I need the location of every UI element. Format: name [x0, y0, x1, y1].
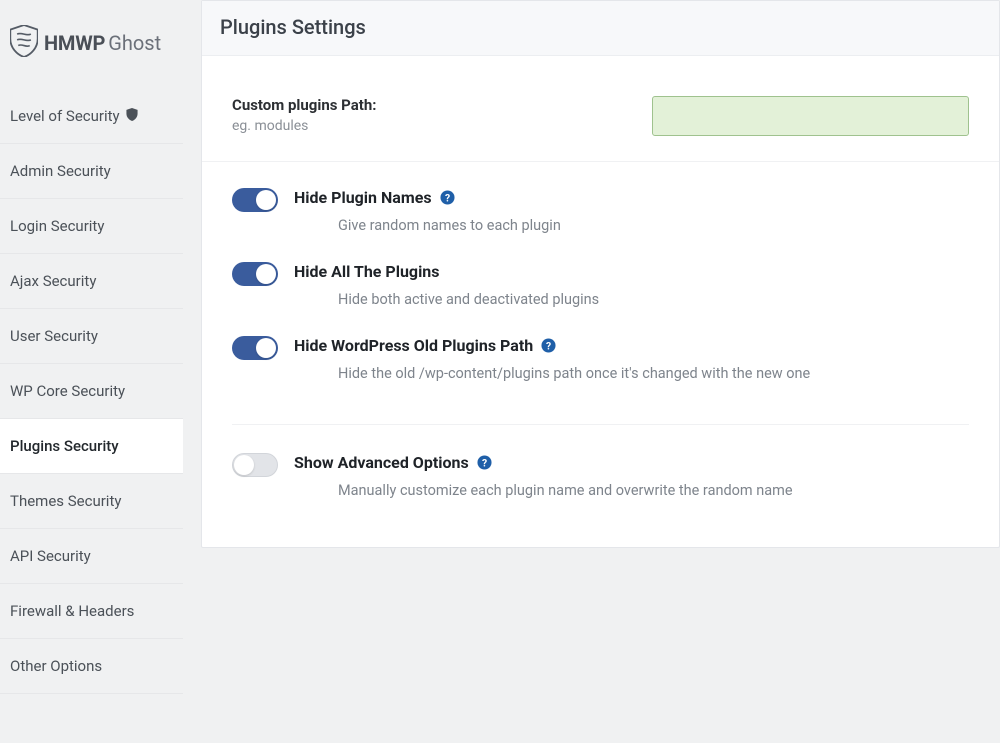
sidebar-item-label: Admin Security	[10, 162, 111, 180]
svg-text:?: ?	[482, 456, 487, 469]
toggle-title: Hide All The Plugins	[294, 262, 440, 281]
sidebar-item-user-security[interactable]: User Security	[0, 309, 183, 364]
svg-text:?: ?	[546, 339, 551, 352]
toggle-row-hide-all-plugins: Hide All The Plugins Hide both active an…	[202, 252, 999, 326]
sidebar-item-label: Login Security	[10, 217, 104, 235]
sidebar: HMWPGhost Level of Security Admin Securi…	[0, 0, 183, 743]
sidebar-item-label: API Security	[10, 547, 91, 565]
field-input-col	[652, 96, 969, 136]
custom-plugins-path-row: Custom plugins Path: eg. modules	[202, 56, 999, 162]
sidebar-item-label: Other Options	[10, 657, 102, 675]
logo: HMWPGhost	[0, 0, 183, 89]
sidebar-item-label: Plugins Security	[10, 437, 119, 455]
sidebar-item-other-options[interactable]: Other Options	[0, 639, 183, 694]
custom-plugins-path-hint: eg. modules	[232, 118, 652, 134]
card-body: Custom plugins Path: eg. modules Hide Pl…	[202, 56, 999, 547]
sidebar-item-ajax-security[interactable]: Ajax Security	[0, 254, 183, 309]
toggle-title: Show Advanced Options	[294, 453, 469, 472]
main-content: Plugins Settings Custom plugins Path: eg…	[183, 0, 1000, 743]
help-icon[interactable]: ?	[477, 455, 492, 470]
custom-plugins-path-input[interactable]	[652, 96, 969, 136]
toggle-desc: Manually customize each plugin name and …	[338, 482, 969, 499]
brand-secondary: Ghost	[108, 31, 161, 55]
page-title: Plugins Settings	[220, 15, 981, 39]
brand-primary: HMWP	[44, 31, 105, 55]
toggle-row-hide-plugin-names: Hide Plugin Names ? Give random names to…	[202, 162, 999, 252]
toggle-desc: Give random names to each plugin	[338, 217, 969, 234]
field-label-col: Custom plugins Path: eg. modules	[232, 96, 652, 134]
toggle-hide-all-plugins[interactable]	[232, 262, 278, 286]
sidebar-item-api-security[interactable]: API Security	[0, 529, 183, 584]
help-icon[interactable]: ?	[541, 338, 556, 353]
custom-plugins-path-label: Custom plugins Path:	[232, 96, 652, 114]
toggle-hide-plugin-names[interactable]	[232, 188, 278, 212]
toggle-desc: Hide the old /wp-content/plugins path on…	[338, 365, 969, 382]
toggle-show-advanced[interactable]	[232, 453, 278, 477]
toggle-hide-old-plugins-path[interactable]	[232, 336, 278, 360]
sidebar-item-label: User Security	[10, 327, 98, 345]
shield-logo-icon	[10, 25, 38, 61]
toggle-title: Hide WordPress Old Plugins Path	[294, 336, 533, 355]
svg-text:?: ?	[445, 191, 450, 204]
sidebar-nav: Level of Security Admin Security Login S…	[0, 89, 183, 694]
sidebar-item-themes-security[interactable]: Themes Security	[0, 474, 183, 529]
sidebar-item-label: Firewall & Headers	[10, 602, 134, 620]
sidebar-item-level-of-security[interactable]: Level of Security	[0, 89, 183, 144]
sidebar-item-admin-security[interactable]: Admin Security	[0, 144, 183, 199]
sidebar-item-firewall-headers[interactable]: Firewall & Headers	[0, 584, 183, 639]
card-header: Plugins Settings	[202, 1, 999, 56]
sidebar-item-label: Themes Security	[10, 492, 121, 510]
sidebar-item-label: WP Core Security	[10, 382, 125, 400]
toggle-row-show-advanced: Show Advanced Options ? Manually customi…	[202, 435, 999, 517]
settings-card: Plugins Settings Custom plugins Path: eg…	[201, 0, 1000, 548]
section-divider	[232, 424, 969, 425]
sidebar-item-label: Ajax Security	[10, 272, 96, 290]
toggle-title: Hide Plugin Names	[294, 188, 432, 207]
sidebar-item-label: Level of Security	[10, 107, 120, 125]
sidebar-item-login-security[interactable]: Login Security	[0, 199, 183, 254]
sidebar-item-plugins-security[interactable]: Plugins Security	[0, 419, 183, 474]
sidebar-item-wp-core-security[interactable]: WP Core Security	[0, 364, 183, 419]
shield-icon	[126, 107, 138, 125]
toggle-row-hide-old-plugins-path: Hide WordPress Old Plugins Path ? Hide t…	[202, 326, 999, 400]
toggle-desc: Hide both active and deactivated plugins	[338, 291, 969, 308]
help-icon[interactable]: ?	[440, 190, 455, 205]
